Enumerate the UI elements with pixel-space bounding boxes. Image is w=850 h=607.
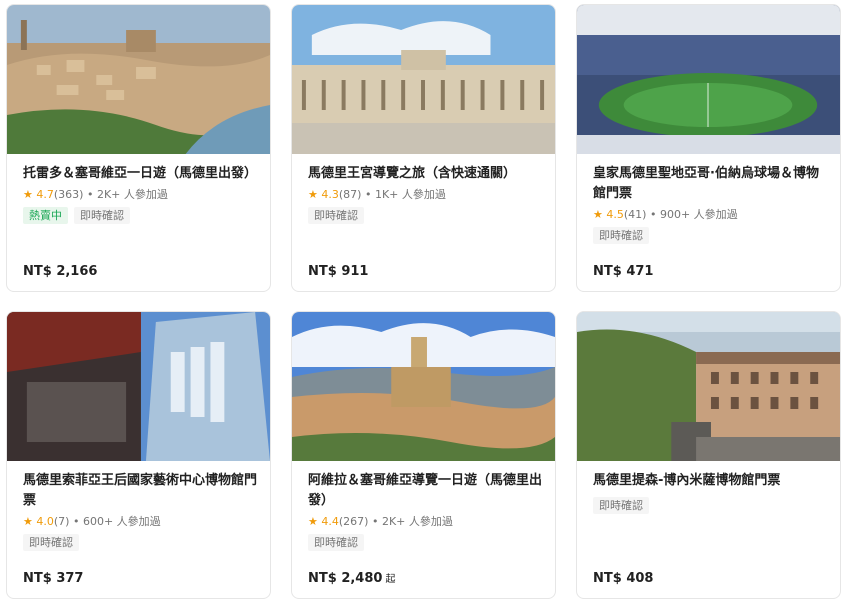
activity-image	[577, 312, 840, 461]
separator-dot: •	[649, 208, 657, 221]
participant-count: 900+ 人參加過	[659, 208, 738, 221]
instant-confirm-tag: 即時確認	[74, 207, 130, 224]
rating-row: ★ 4.5(41) • 900+ 人參加過	[593, 206, 828, 224]
separator-dot: •	[72, 515, 80, 528]
review-count: (267)	[338, 515, 369, 528]
activity-title[interactable]: 皇家馬德里聖地亞哥·伯納烏球場＆博物館門票	[593, 164, 828, 204]
participant-count: 1K+ 人參加過	[374, 188, 446, 201]
activity-image	[292, 312, 555, 461]
rating-row: ★ 4.0(7) • 600+ 人參加過	[23, 513, 258, 531]
price: NT$ 2,166	[23, 264, 98, 279]
rating-score: 4.3	[321, 188, 339, 201]
review-count: (7)	[53, 515, 70, 528]
price: NT$ 471	[593, 264, 654, 279]
price-from-suffix: 起	[385, 574, 396, 585]
separator-dot: •	[371, 515, 379, 528]
tag-list: 即時確認	[593, 227, 828, 244]
price: NT$ 2,480 起	[308, 571, 396, 586]
rating-score: 4.4	[321, 515, 339, 528]
activity-image	[7, 5, 270, 154]
rating-score: 4.7	[36, 188, 54, 201]
activity-image	[292, 5, 555, 154]
rating-score: 4.0	[36, 515, 54, 528]
star-icon: ★	[23, 515, 33, 528]
star-icon: ★	[308, 188, 318, 201]
instant-confirm-tag: 即時確認	[308, 534, 364, 551]
activity-title[interactable]: 托雷多＆塞哥維亞一日遊（馬德里出發）	[23, 164, 258, 184]
tag-list: 即時確認	[593, 497, 828, 514]
tag-list: 即時確認	[308, 534, 543, 551]
instant-confirm-tag: 即時確認	[593, 227, 649, 244]
activity-card-thyssen[interactable]: 馬德里提森-博內米薩博物館門票 即時確認 NT$ 408	[576, 311, 841, 599]
activity-title[interactable]: 馬德里提森-博內米薩博物館門票	[593, 471, 828, 491]
instant-confirm-tag: 即時確認	[593, 497, 649, 514]
review-count: (363)	[53, 188, 84, 201]
activity-title[interactable]: 馬德里索菲亞王后國家藝術中心博物館門票	[23, 471, 258, 511]
participant-count: 2K+ 人參加過	[96, 188, 168, 201]
tag-list: 即時確認	[308, 207, 543, 224]
rating-score: 4.5	[606, 208, 624, 221]
star-icon: ★	[23, 188, 33, 201]
activity-card-toledo[interactable]: 托雷多＆塞哥維亞一日遊（馬德里出發） ★ 4.7(363) • 2K+ 人參加過…	[6, 4, 271, 292]
activity-card-avila-segovia[interactable]: 阿維拉＆塞哥維亞導覽一日遊（馬德里出發） ★ 4.4(267) • 2K+ 人參…	[291, 311, 556, 599]
separator-dot: •	[364, 188, 372, 201]
participant-count: 2K+ 人參加過	[381, 515, 453, 528]
review-count: (41)	[623, 208, 647, 221]
instant-confirm-tag: 即時確認	[308, 207, 364, 224]
activity-title[interactable]: 馬德里王宮導覽之旅（含快速通關）	[308, 164, 543, 184]
price: NT$ 911	[308, 264, 369, 279]
instant-confirm-tag: 即時確認	[23, 534, 79, 551]
hot-sale-tag: 熱賣中	[23, 207, 68, 224]
rating-row: ★ 4.4(267) • 2K+ 人參加過	[308, 513, 543, 531]
participant-count: 600+ 人參加過	[82, 515, 161, 528]
star-icon: ★	[308, 515, 318, 528]
rating-row: ★ 4.3(87) • 1K+ 人參加過	[308, 186, 543, 204]
activity-card-reina-sofia[interactable]: 馬德里索菲亞王后國家藝術中心博物館門票 ★ 4.0(7) • 600+ 人參加過…	[6, 311, 271, 599]
rating-row: ★ 4.7(363) • 2K+ 人參加過	[23, 186, 258, 204]
price: NT$ 377	[23, 571, 84, 586]
separator-dot: •	[86, 188, 94, 201]
tag-list: 即時確認	[23, 534, 258, 551]
review-count: (87)	[338, 188, 362, 201]
activity-image	[7, 312, 270, 461]
activity-title[interactable]: 阿維拉＆塞哥維亞導覽一日遊（馬德里出發）	[308, 471, 543, 511]
activity-card-bernabeu[interactable]: 皇家馬德里聖地亞哥·伯納烏球場＆博物館門票 ★ 4.5(41) • 900+ 人…	[576, 4, 841, 292]
tag-list: 熱賣中 即時確認	[23, 207, 258, 224]
activity-card-royal-palace[interactable]: 馬德里王宮導覽之旅（含快速通關） ★ 4.3(87) • 1K+ 人參加過 即時…	[291, 4, 556, 292]
activity-image	[577, 5, 840, 154]
star-icon: ★	[593, 208, 603, 221]
price: NT$ 408	[593, 571, 654, 586]
